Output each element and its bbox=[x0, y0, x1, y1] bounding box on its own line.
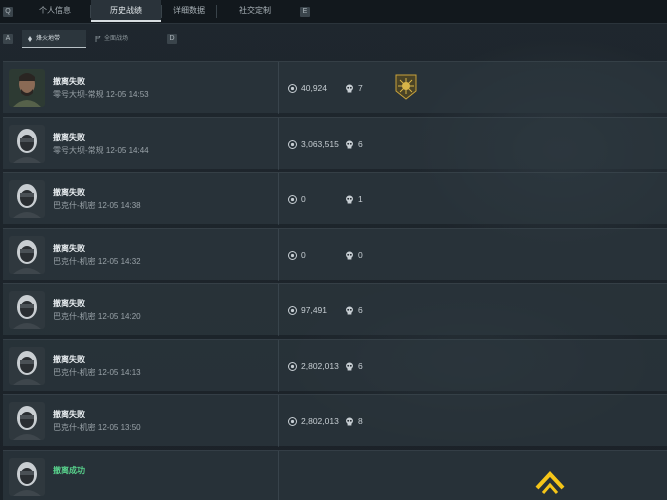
skull-icon bbox=[346, 417, 353, 426]
match-kills-text: 7 bbox=[358, 83, 363, 93]
coin-icon bbox=[288, 84, 297, 93]
rank-badge-icon[interactable] bbox=[394, 74, 418, 100]
subtab-warfare-label: 全面战场 bbox=[104, 36, 129, 42]
match-row[interactable]: 撤离失败巴克什-机密 12-05 14:32 0 0 bbox=[3, 227, 667, 281]
operator-avatar bbox=[9, 69, 45, 107]
coin-icon bbox=[288, 139, 297, 149]
operator-avatar bbox=[9, 124, 45, 163]
row-divider bbox=[278, 284, 279, 336]
row-divider bbox=[278, 228, 279, 281]
coin-icon bbox=[288, 417, 297, 426]
fire-icon bbox=[28, 36, 32, 42]
match-row[interactable]: 撤离失败零号大坝-常规 12-05 14:44 3,063,515 6 bbox=[3, 116, 667, 170]
match-map-time: 巴克什-机密 12-05 13:50 bbox=[53, 423, 141, 432]
coin-icon bbox=[288, 195, 297, 204]
skull-icon bbox=[346, 84, 353, 93]
subtab-warfare[interactable]: 全面战场 bbox=[90, 30, 154, 48]
match-value-text: 97,491 bbox=[301, 305, 327, 315]
match-result: 撤离失败 bbox=[53, 410, 85, 419]
subtab-operations[interactable]: 烽火地带 bbox=[22, 30, 86, 48]
match-map-time: 巴克什-机密 12-05 14:13 bbox=[53, 367, 141, 377]
operator-avatar bbox=[9, 180, 45, 218]
operator-avatar bbox=[9, 457, 45, 496]
match-kills-text: 6 bbox=[358, 360, 363, 371]
row-divider bbox=[278, 117, 279, 170]
skull-icon bbox=[346, 195, 353, 204]
tab-match-history[interactable]: 历史战绩 bbox=[91, 0, 161, 22]
match-result: 撤离失败 bbox=[53, 243, 85, 253]
match-row[interactable]: 撤离失败巴克什-机密 12-05 14:20 97,491 6 bbox=[3, 283, 667, 336]
tab-next-key[interactable]: E bbox=[300, 7, 310, 17]
match-kills-text: 1 bbox=[358, 194, 363, 204]
match-row[interactable]: 撤离失败巴克什-机密 12-05 14:13 2,802,013 6 bbox=[3, 338, 667, 392]
operator-avatar bbox=[9, 235, 45, 274]
match-row[interactable]: 撤离失败巴克什-机密 12-05 14:38 0 1 bbox=[3, 172, 667, 225]
top-tab-bar: Q 个人信息 历史战绩 详细数据 社交定制 E bbox=[0, 0, 667, 24]
flag-icon bbox=[95, 36, 101, 42]
match-value-text: 2,802,013 bbox=[301, 360, 339, 371]
operator-avatar bbox=[9, 291, 45, 329]
row-divider bbox=[278, 450, 279, 500]
row-divider bbox=[278, 62, 279, 114]
match-row[interactable]: 撤离失败零号大坝-常规 12-05 14:53 40,924 7 bbox=[3, 61, 667, 114]
row-divider bbox=[278, 173, 279, 225]
match-row[interactable]: 撤离失败巴克什-机密 12-05 13:50 2,802,013 8 bbox=[3, 394, 667, 447]
coin-icon bbox=[288, 250, 297, 260]
tab-social-custom[interactable]: 社交定制 bbox=[217, 0, 293, 22]
match-value-text: 0 bbox=[301, 194, 306, 204]
match-result: 撤离成功 bbox=[53, 465, 85, 475]
match-map-time: 零号大坝-常规 12-05 14:53 bbox=[53, 90, 149, 99]
operator-avatar bbox=[9, 346, 45, 385]
skull-icon bbox=[346, 251, 353, 259]
match-map-time: 巴克什-机密 12-05 14:20 bbox=[53, 312, 141, 321]
match-result: 撤离失败 bbox=[53, 77, 85, 86]
match-row[interactable]: 撤离成功 bbox=[3, 449, 667, 500]
match-kills-text: 6 bbox=[358, 305, 363, 315]
match-kills-text: 0 bbox=[358, 249, 363, 260]
match-value-text: 0 bbox=[301, 249, 306, 260]
coin-icon bbox=[288, 306, 297, 315]
chevron-up-icon[interactable] bbox=[533, 466, 567, 496]
match-result: 撤离失败 bbox=[53, 299, 85, 308]
coin-icon bbox=[288, 361, 297, 371]
match-map-time: 巴克什-机密 12-05 14:32 bbox=[53, 256, 141, 266]
tab-detailed-data[interactable]: 详细数据 bbox=[162, 0, 216, 22]
match-kills-text: 6 bbox=[358, 138, 363, 149]
row-divider bbox=[278, 339, 279, 392]
match-result: 撤离失败 bbox=[53, 354, 85, 364]
skull-icon bbox=[346, 306, 353, 315]
skull-icon bbox=[346, 140, 353, 148]
subtab-operations-label: 烽火地带 bbox=[36, 36, 61, 42]
sub-tab-bar: A 烽火地带 全面战场 D bbox=[0, 30, 667, 48]
match-map-time: 巴克什-机密 12-05 14:38 bbox=[53, 201, 141, 210]
tab-personal-info[interactable]: 个人信息 bbox=[20, 0, 90, 22]
operator-avatar bbox=[9, 402, 45, 440]
skull-icon bbox=[346, 362, 353, 370]
match-value-text: 3,063,515 bbox=[301, 138, 339, 149]
match-result: 撤离失败 bbox=[53, 188, 85, 197]
subtab-next-key[interactable]: D bbox=[167, 34, 177, 44]
match-value-text: 2,802,013 bbox=[301, 416, 339, 426]
match-map-time: 零号大坝-常规 12-05 14:44 bbox=[53, 145, 149, 155]
match-kills-text: 8 bbox=[358, 416, 363, 426]
row-divider bbox=[278, 395, 279, 447]
subtab-prev-key[interactable]: A bbox=[3, 34, 13, 44]
tab-prev-key[interactable]: Q bbox=[3, 7, 13, 17]
match-value-text: 40,924 bbox=[301, 83, 327, 93]
match-result: 撤离失败 bbox=[53, 132, 85, 142]
